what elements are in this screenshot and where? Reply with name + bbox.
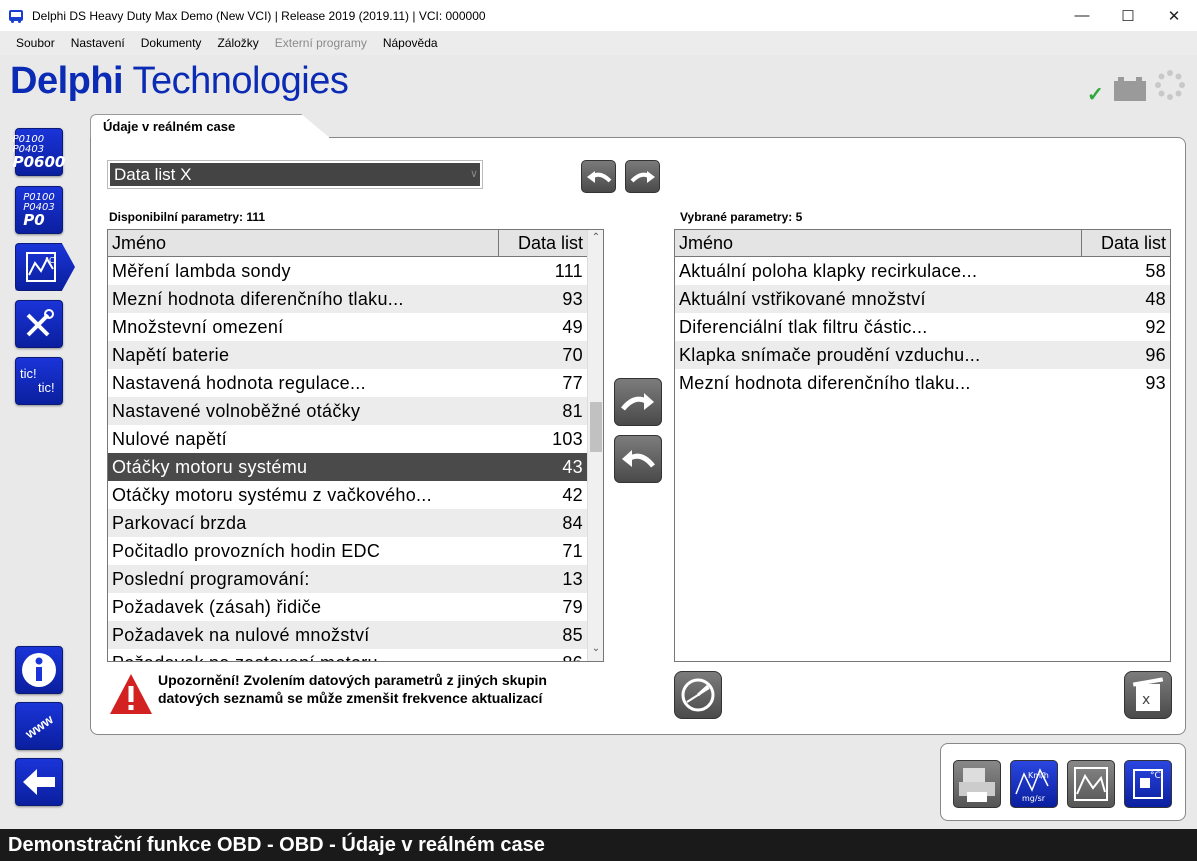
units-button[interactable]: Km/h mg/sr bbox=[1010, 760, 1058, 808]
trash-icon: x bbox=[1132, 677, 1164, 711]
live-data-button[interactable]: °C bbox=[15, 243, 75, 291]
svg-text:mg/sr: mg/sr bbox=[1022, 794, 1046, 803]
table-row-selected[interactable]: Otáčky motoru systému 43 bbox=[108, 453, 587, 481]
table-row[interactable]: Poslední programování: 13 bbox=[108, 565, 587, 593]
svg-text:Km/h: Km/h bbox=[1028, 771, 1049, 780]
table-row[interactable]: Množstevní omezení 49 bbox=[108, 313, 587, 341]
arrow-left-icon bbox=[622, 450, 655, 468]
datalist-select[interactable]: Data list X ∨ bbox=[107, 160, 483, 189]
print-button[interactable] bbox=[953, 760, 1001, 808]
dtc-clear-button[interactable]: P0100 P0403 P0 bbox=[15, 186, 63, 234]
selected-params-table: Jméno Data list Aktuální poloha klapky r… bbox=[674, 229, 1171, 662]
table-row[interactable]: Nastavené volnoběžné otáčky 81 bbox=[108, 397, 587, 425]
menu-napoveda[interactable]: Nápověda bbox=[375, 36, 446, 50]
menu-bar: Soubor Nastavení Dokumenty Záložky Exter… bbox=[0, 31, 1197, 55]
window-title: Delphi DS Heavy Duty Max Demo (New VCI) … bbox=[32, 8, 486, 23]
menu-dokumenty[interactable]: Dokumenty bbox=[133, 36, 210, 50]
table-row[interactable]: Aktuální vstřikované množství 48 bbox=[675, 285, 1170, 313]
column-name-header[interactable]: Jméno bbox=[108, 230, 499, 256]
table-row[interactable]: Požadavek na zastavení motoru86 bbox=[108, 649, 587, 662]
table-row[interactable]: Nastavená hodnota regulace... 77 bbox=[108, 369, 587, 397]
svg-text:°C: °C bbox=[1150, 771, 1161, 781]
table-row[interactable]: Měření lambda sondy 111 bbox=[108, 257, 587, 285]
column-datalist-header[interactable]: Data list bbox=[499, 233, 587, 254]
check-icon: ✓ bbox=[1087, 84, 1104, 106]
tools-icon bbox=[26, 309, 54, 337]
menu-zalozky[interactable]: Záložky bbox=[209, 36, 266, 50]
table-header: Jméno Data list bbox=[108, 230, 587, 257]
table-row[interactable]: Nulové napětí 103 bbox=[108, 425, 587, 453]
graph-button[interactable] bbox=[1067, 760, 1115, 808]
add-parameter-button[interactable] bbox=[614, 378, 662, 426]
menu-soubor[interactable]: Soubor bbox=[8, 36, 63, 50]
delete-list-button[interactable]: x bbox=[1124, 671, 1172, 719]
delphi-logo: Delphi Technologies bbox=[10, 60, 349, 102]
dtc-read-button[interactable]: P0100 P0403 P0600 bbox=[13, 128, 65, 176]
battery-icon bbox=[1114, 77, 1146, 101]
live-data-grid-icon: °C bbox=[1133, 769, 1163, 799]
warning-text: Upozornění! Zvolením datových parametrů … bbox=[158, 672, 547, 706]
service-tools-button[interactable] bbox=[15, 300, 63, 348]
table-header: Jméno Data list bbox=[675, 230, 1170, 257]
available-params-table: Jméno Data list Měření lambda sondy 111 M… bbox=[107, 229, 604, 662]
minimize-button[interactable]: — bbox=[1059, 0, 1105, 31]
title-bar: Delphi DS Heavy Duty Max Demo (New VCI) … bbox=[0, 0, 1197, 31]
redo-button[interactable] bbox=[625, 160, 660, 193]
svg-text:°C: °C bbox=[45, 256, 55, 265]
live-data-icon: °C bbox=[25, 252, 56, 282]
start-recording-button[interactable] bbox=[674, 671, 722, 719]
maximize-button[interactable]: ☐ bbox=[1105, 0, 1151, 31]
info-button[interactable] bbox=[15, 646, 63, 694]
app-icon bbox=[9, 9, 23, 23]
undo-button[interactable] bbox=[581, 160, 616, 193]
table-row[interactable]: Mezní hodnota diferenčního tlaku... 93 bbox=[108, 285, 587, 313]
column-datalist-header[interactable]: Data list bbox=[1082, 233, 1170, 254]
tic-button[interactable]: tic! tic! bbox=[15, 357, 63, 405]
live-data-grid-button[interactable]: °C bbox=[1124, 760, 1172, 808]
status-bar: Demonstrační funkce OBD - OBD - Údaje v … bbox=[0, 829, 1197, 861]
available-params-label: Disponibilní parametry: 111 bbox=[109, 210, 266, 224]
available-rows: Měření lambda sondy 111 Mezní hodnota dif… bbox=[108, 257, 587, 662]
svg-text:x: x bbox=[1142, 692, 1150, 708]
printer-icon bbox=[959, 768, 995, 802]
table-row[interactable]: Počitadlo provozních hodin EDC 71 bbox=[108, 537, 587, 565]
table-row[interactable]: Napětí baterie 70 bbox=[108, 341, 587, 369]
table-row[interactable]: Požadavek na nulové množství 85 bbox=[108, 621, 587, 649]
table-row[interactable]: Klapka snímače proudění vzduchu... 96 bbox=[675, 341, 1170, 369]
available-scrollbar[interactable]: ⌃ ⌄ bbox=[587, 230, 603, 661]
scroll-down-icon[interactable]: ⌄ bbox=[588, 643, 603, 659]
scroll-thumb[interactable] bbox=[590, 402, 602, 452]
table-row[interactable]: Otáčky motoru systému z vačkového... 42 bbox=[108, 481, 587, 509]
remove-parameter-button[interactable] bbox=[614, 435, 662, 483]
back-arrow-icon bbox=[23, 769, 55, 795]
undo-arrow-icon bbox=[586, 170, 611, 183]
back-button[interactable] bbox=[15, 758, 63, 806]
info-icon bbox=[22, 653, 56, 687]
table-row[interactable]: Požadavek (zásah) řidiče 79 bbox=[108, 593, 587, 621]
chevron-down-icon: ∨ bbox=[469, 168, 478, 180]
column-name-header[interactable]: Jméno bbox=[675, 230, 1082, 256]
connection-spinner-icon bbox=[1155, 70, 1185, 100]
menu-nastaveni[interactable]: Nastavení bbox=[63, 36, 133, 50]
warning-icon bbox=[110, 674, 152, 714]
redo-arrow-icon bbox=[630, 170, 655, 183]
table-row[interactable]: Diferenciální tlak filtru částic... 92 bbox=[675, 313, 1170, 341]
graph-icon bbox=[1074, 767, 1108, 801]
menu-externi-programy[interactable]: Externí programy bbox=[267, 36, 375, 50]
selected-rows: Aktuální poloha klapky recirkulace... 58 … bbox=[675, 257, 1170, 397]
close-button[interactable]: ✕ bbox=[1151, 0, 1197, 31]
table-row[interactable]: Mezní hodnota diferenčního tlaku... 93 bbox=[675, 369, 1170, 397]
table-row[interactable]: Parkovací brzda 84 bbox=[108, 509, 587, 537]
www-button[interactable]: www bbox=[15, 702, 63, 750]
units-icon: Km/h mg/sr bbox=[1015, 768, 1049, 803]
tab-live-data[interactable]: Údaje v reálném case bbox=[90, 114, 330, 138]
gauge-icon bbox=[681, 678, 715, 712]
scroll-up-icon[interactable]: ⌃ bbox=[588, 232, 603, 248]
selected-params-label: Vybrané parametry: 5 bbox=[680, 210, 803, 224]
arrow-right-icon bbox=[621, 393, 654, 411]
table-row[interactable]: Aktuální poloha klapky recirkulace... 58 bbox=[675, 257, 1170, 285]
